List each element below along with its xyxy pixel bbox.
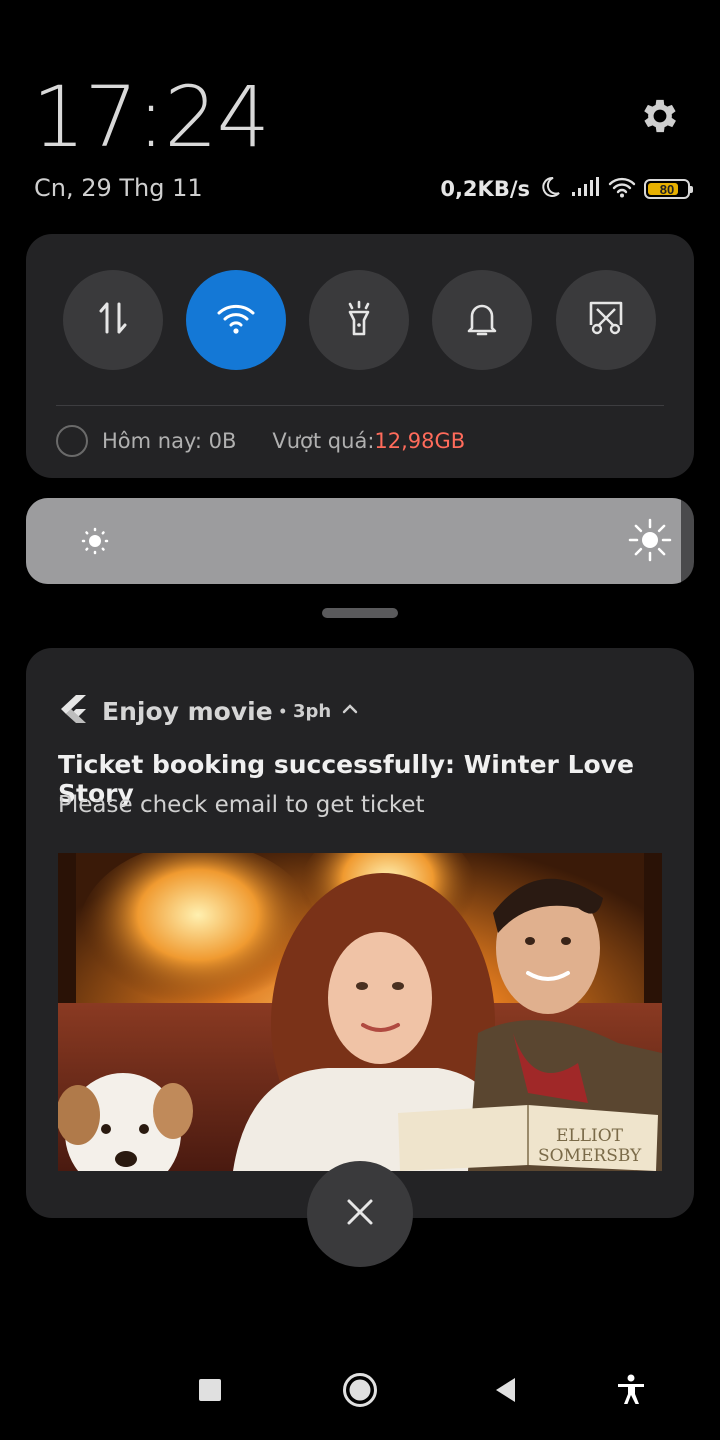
wifi-icon [216, 301, 256, 340]
battery-level: 80 [659, 181, 675, 197]
brightness-low-icon [78, 524, 112, 563]
accessibility-button[interactable] [609, 1370, 653, 1414]
do-not-disturb-moon-icon [538, 175, 562, 204]
brightness-fill [26, 498, 681, 584]
close-icon [345, 1197, 375, 1232]
chevron-up-icon[interactable] [341, 702, 359, 720]
movie-poster-image: ELLIOT SOMERSBY [58, 853, 662, 1171]
back-button[interactable] [484, 1370, 528, 1414]
navigation-bar [0, 1360, 720, 1424]
date: Cn, 29 Thg 11 [34, 174, 203, 202]
tile-screenshot[interactable] [556, 270, 656, 370]
notification-card[interactable]: Enjoy movie • 3ph Ticket booking success… [26, 648, 694, 1218]
data-usage[interactable]: Hôm nay: 0B Vượt quá: 12,98GB [56, 424, 465, 458]
app-logo-icon [60, 694, 88, 729]
recents-button[interactable] [188, 1370, 232, 1414]
notification-time: 3ph [292, 700, 332, 722]
cellular-signal-icon [570, 176, 600, 203]
settings-gear-icon[interactable] [638, 94, 682, 138]
tile-flashlight[interactable] [309, 270, 409, 370]
back-triangle-icon [493, 1376, 519, 1409]
network-speed: 0,2KB/s [440, 177, 530, 201]
brightness-slider[interactable] [26, 498, 694, 584]
screenshot-icon [587, 299, 625, 342]
flashlight-icon [342, 298, 376, 343]
notification-body: Please check email to get ticket [58, 792, 425, 818]
battery-icon: 80 [644, 179, 693, 199]
data-usage-ring-icon [56, 425, 88, 457]
accessibility-icon [616, 1374, 646, 1411]
poster-text-line2: SOMERSBY [538, 1146, 642, 1166]
wifi-status-icon [608, 176, 636, 203]
brightness-high-icon [626, 516, 674, 569]
square-icon [198, 1378, 222, 1407]
home-button[interactable] [338, 1370, 382, 1414]
separator-dot: • [279, 700, 286, 721]
panel-drag-handle[interactable] [322, 608, 398, 618]
poster-text-line1: ELLIOT [556, 1126, 624, 1146]
divider [56, 405, 664, 406]
data-transfer-icon [96, 298, 130, 343]
notification-header: Enjoy movie • 3ph [60, 694, 359, 728]
tile-sound[interactable] [432, 270, 532, 370]
overage-value: 12,98GB [374, 429, 466, 453]
overage-label: Vượt quá: [272, 429, 375, 453]
usage-today: Hôm nay: 0B [102, 429, 237, 453]
clock[interactable]: 17:24 [32, 68, 270, 166]
quick-settings-panel: Hôm nay: 0B Vượt quá: 12,98GB [26, 234, 694, 478]
bell-icon [464, 298, 500, 343]
status-icons: 0,2KB/s 80 [440, 174, 693, 204]
app-name: Enjoy movie [102, 696, 273, 726]
dismiss-all-button[interactable] [307, 1161, 413, 1267]
tile-wifi[interactable] [186, 270, 286, 370]
tile-mobile-data[interactable] [63, 270, 163, 370]
home-circle-icon [342, 1372, 378, 1413]
